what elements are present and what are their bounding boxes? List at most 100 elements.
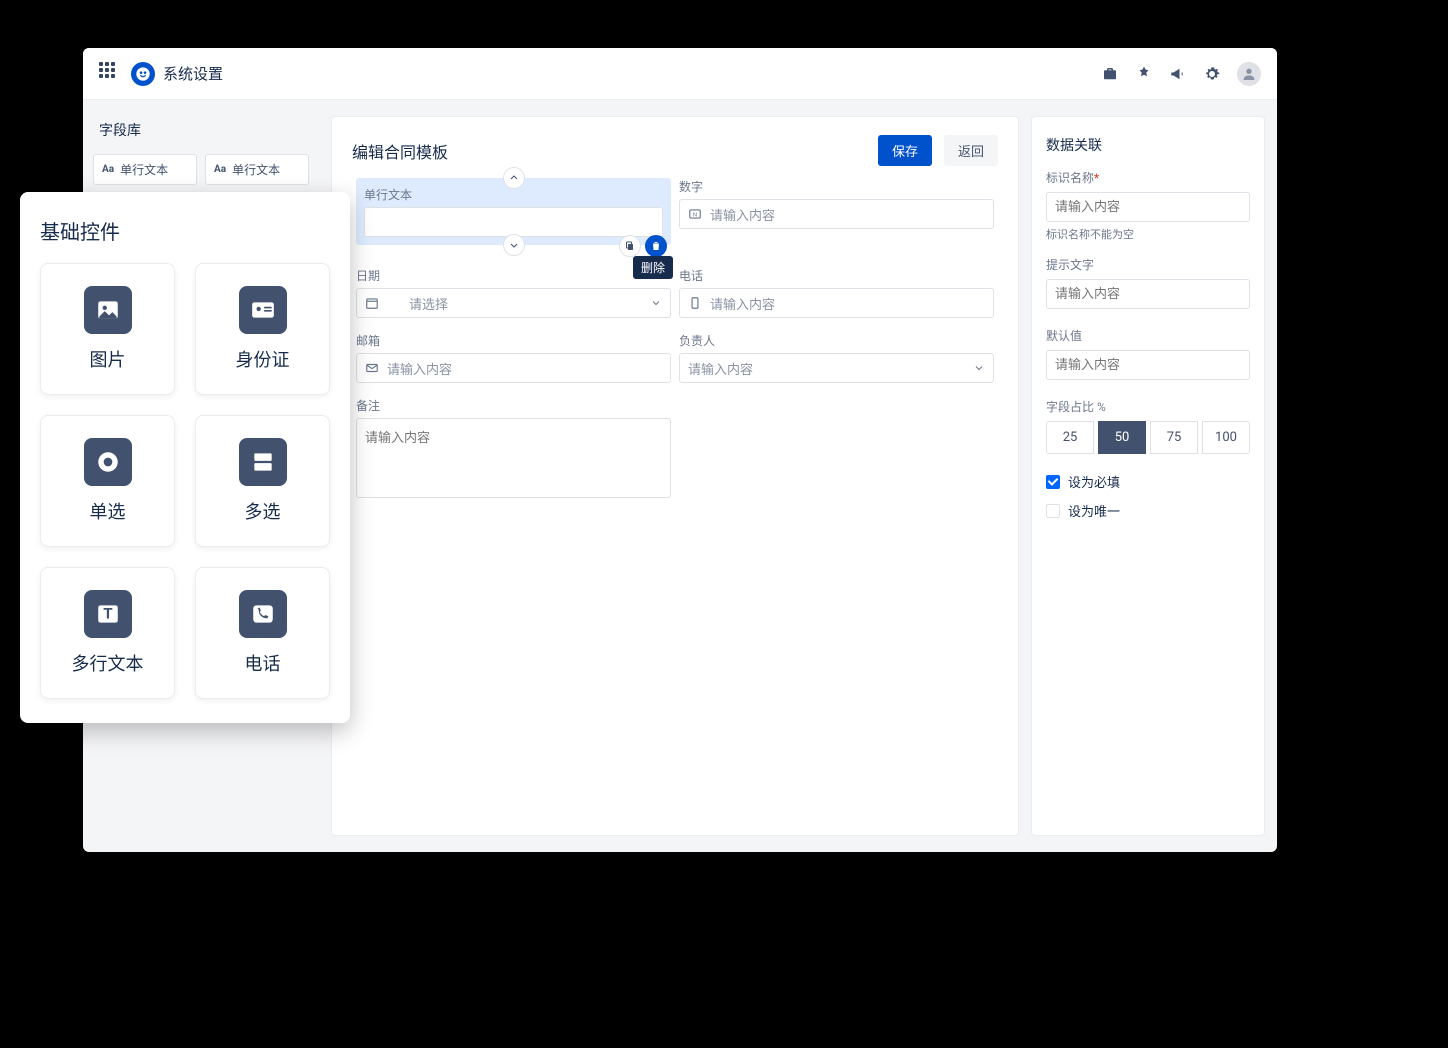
multiselect-icon [239,438,287,486]
owner-select[interactable]: 请输入内容 [679,353,994,383]
unique-label: 设为唯一 [1068,501,1120,520]
chevron-down-icon [973,362,985,374]
palette-idcard[interactable]: 身份证 [195,263,330,395]
placeholder: 请输入内容 [710,205,775,224]
palette-phone[interactable]: 电话 [195,567,330,699]
form-field-email[interactable]: 邮箱 请输入内容 [352,332,675,397]
editor-header: 编辑合同模板 保存 返回 [352,135,998,166]
email-input[interactable]: 请输入内容 [356,353,671,383]
required-label: 设为必填 [1068,472,1120,491]
palette-label: 多选 [245,498,281,524]
placeholder: 请选择 [409,294,448,313]
editor-panel: 编辑合同模板 保存 返回 单行文本 [331,116,1019,836]
ratio-group: 25 50 75 100 [1046,421,1250,454]
move-down-button[interactable] [503,234,525,256]
idcard-icon [239,286,287,334]
ratio-label: 字段占比 % [1046,398,1250,415]
app-title: 系统设置 [163,63,223,84]
required-checkbox[interactable] [1046,475,1060,489]
email-icon [365,361,379,375]
field-label: 数字 [679,178,994,195]
palette-label: 单选 [90,498,126,524]
palette-label: 电话 [245,650,281,676]
palette-label: 图片 [90,346,126,372]
field-action-buttons [619,235,667,257]
required-row: 设为必填 [1046,472,1250,491]
form-field-number[interactable]: 数字 N 请输入内容 [675,178,998,267]
topbar: 系统设置 [83,48,1277,100]
back-button[interactable]: 返回 [944,135,998,166]
hint-label: 提示文字 [1046,256,1250,273]
unique-row: 设为唯一 [1046,501,1250,520]
textarea-icon: T [84,590,132,638]
delete-field-button[interactable] [645,235,667,257]
palette-title: 基础控件 [40,216,330,245]
apps-grid-icon[interactable] [99,62,123,86]
text-aa-icon: Aa [214,164,226,175]
phone-icon [688,296,702,310]
form-field-single-text[interactable]: 单行文本 删除 [352,178,675,267]
unique-checkbox[interactable] [1046,504,1060,518]
default-input[interactable] [1046,350,1250,380]
palette-checkbox[interactable]: 多选 [195,415,330,547]
placeholder: 请输入内容 [710,294,775,313]
ratio-25[interactable]: 25 [1046,421,1094,454]
hint-input[interactable] [1046,279,1250,309]
gear-icon[interactable] [1203,65,1221,83]
palette-image[interactable]: 图片 [40,263,175,395]
move-up-button[interactable] [503,167,525,189]
ident-input[interactable] [1046,192,1250,222]
text-aa-icon: Aa [102,164,114,175]
briefcase-icon[interactable] [1101,65,1119,83]
field-library-title: 字段库 [93,120,309,140]
form-field-remark[interactable]: 备注 [352,397,675,516]
remark-textarea[interactable] [356,418,671,498]
topbar-actions [1101,62,1261,86]
number-icon: N [688,207,702,221]
placeholder: 请输入内容 [688,359,753,378]
copy-field-button[interactable] [619,235,641,257]
palette-textarea[interactable]: T 多行文本 [40,567,175,699]
single-text-input[interactable] [364,207,663,237]
field-chip-text1[interactable]: Aa单行文本 [93,154,197,185]
radio-icon [84,438,132,486]
save-button[interactable]: 保存 [878,135,932,166]
ratio-75[interactable]: 75 [1150,421,1198,454]
chevron-down-icon [650,297,662,309]
image-icon [84,286,132,334]
palette-grid: 图片 身份证 单选 多选 T 多行文本 电话 [40,263,330,699]
field-label: 邮箱 [356,332,671,349]
form-field-owner[interactable]: 负责人 请输入内容 [675,332,998,397]
notification-icon[interactable] [1135,65,1153,83]
data-relation-title: 数据关联 [1046,135,1250,155]
field-library-row: Aa单行文本 Aa单行文本 [93,154,309,185]
ident-label: 标识名称* [1046,169,1250,186]
megaphone-icon[interactable] [1169,65,1187,83]
default-label: 默认值 [1046,327,1250,344]
data-relation-panel: 数据关联 标识名称* 标识名称不能为空 提示文字 默认值 字段占比 % 25 5… [1031,116,1265,836]
number-input[interactable]: N 请输入内容 [679,199,994,229]
form-field-phone[interactable]: 电话 请输入内容 [675,267,998,332]
palette-radio[interactable]: 单选 [40,415,175,547]
field-label: 日期 [356,267,671,284]
ratio-50[interactable]: 50 [1098,421,1146,454]
field-label: 电话 [679,267,994,284]
form-grid: 单行文本 删除 数字 N 请输入内容 [352,178,998,516]
date-select[interactable]: 请选择 [356,288,671,318]
editor-title: 编辑合同模板 [352,139,448,163]
form-field-date[interactable]: 日期 请选择 [352,267,675,332]
svg-text:N: N [693,212,697,218]
basic-widgets-palette: 基础控件 图片 身份证 单选 多选 T 多行文本 电话 [20,192,350,723]
palette-label: 多行文本 [72,650,144,676]
svg-text:T: T [103,604,113,622]
editor-actions: 保存 返回 [878,135,998,166]
ratio-100[interactable]: 100 [1202,421,1250,454]
field-chip-text2[interactable]: Aa 单行文本 [205,154,309,185]
selected-field-block: 单行文本 删除 [356,178,671,245]
field-chip-label: 单行文本 [232,161,280,178]
phone-handset-icon [239,590,287,638]
avatar[interactable] [1237,62,1261,86]
palette-label: 身份证 [236,346,290,372]
phone-input[interactable]: 请输入内容 [679,288,994,318]
logo-icon [131,62,155,86]
